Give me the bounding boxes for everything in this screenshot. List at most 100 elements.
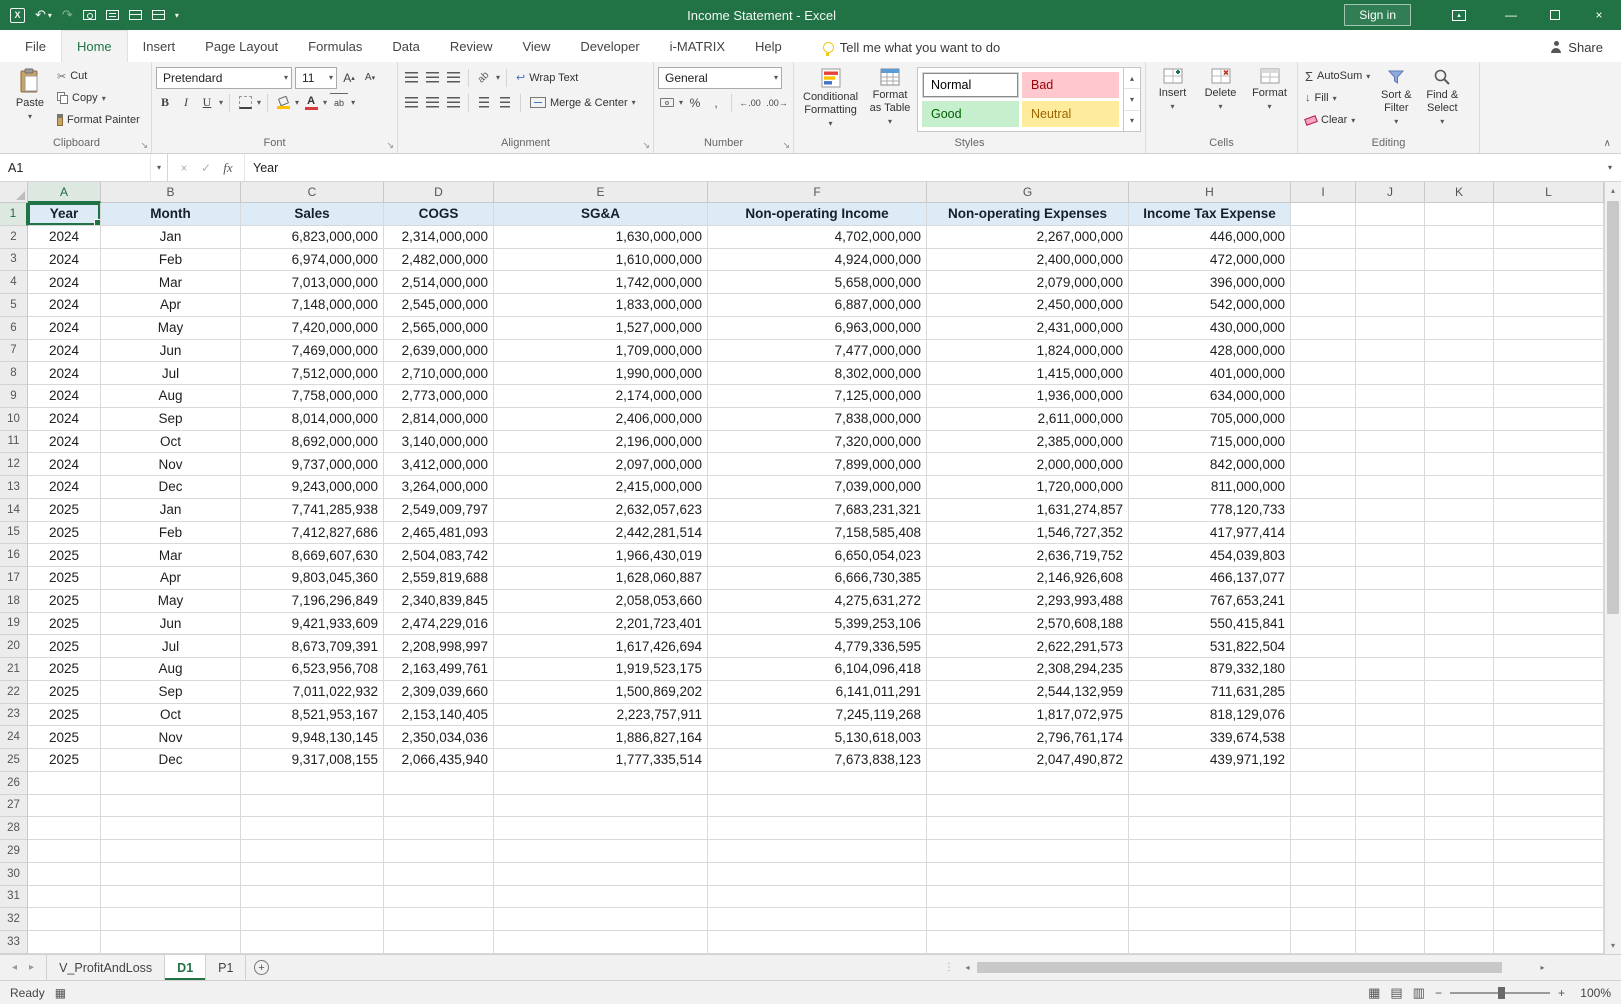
column-header-I[interactable]: I (1291, 182, 1356, 203)
increase-font-size-button[interactable]: A▴ (340, 68, 358, 88)
cell-K29[interactable] (1425, 840, 1494, 863)
cell-E5[interactable]: 1,833,000,000 (494, 294, 708, 317)
cell-J7[interactable] (1356, 340, 1425, 363)
ribbon-tab-data[interactable]: Data (377, 32, 434, 62)
cell-D33[interactable] (384, 931, 494, 954)
cell-C3[interactable]: 6,974,000,000 (241, 249, 384, 272)
cell-C8[interactable]: 7,512,000,000 (241, 362, 384, 385)
cell-D14[interactable]: 2,549,009,797 (384, 499, 494, 522)
row-header-32[interactable]: 32 (0, 908, 28, 931)
cell-H27[interactable] (1129, 795, 1291, 818)
phonetic-guide-button[interactable]: ab (330, 93, 348, 113)
row-header-24[interactable]: 24 (0, 726, 28, 749)
cell-C4[interactable]: 7,013,000,000 (241, 271, 384, 294)
row-header-28[interactable]: 28 (0, 817, 28, 840)
cell-I29[interactable] (1291, 840, 1356, 863)
cell-L5[interactable] (1494, 294, 1604, 317)
insert-function-icon[interactable]: fx (218, 160, 238, 176)
cell-A30[interactable] (28, 863, 101, 886)
cell-F18[interactable]: 4,275,631,272 (708, 590, 927, 613)
alignment-dialog-launcher[interactable]: ↘ (642, 141, 650, 150)
cell-L28[interactable] (1494, 817, 1604, 840)
cell-G23[interactable]: 1,817,072,975 (927, 704, 1129, 727)
cell-K33[interactable] (1425, 931, 1494, 954)
cell-J8[interactable] (1356, 362, 1425, 385)
cell-D6[interactable]: 2,565,000,000 (384, 317, 494, 340)
cell-F5[interactable]: 6,887,000,000 (708, 294, 927, 317)
cell-K30[interactable] (1425, 863, 1494, 886)
cell-B21[interactable]: Aug (101, 658, 241, 681)
cell-J3[interactable] (1356, 249, 1425, 272)
cell-A14[interactable]: 2025 (28, 499, 101, 522)
cell-I33[interactable] (1291, 931, 1356, 954)
cell-C25[interactable]: 9,317,008,155 (241, 749, 384, 772)
cell-D17[interactable]: 2,559,819,688 (384, 567, 494, 590)
macro-record-icon[interactable]: ▦ (55, 986, 66, 1000)
cell-J29[interactable] (1356, 840, 1425, 863)
share-button[interactable]: Share (1550, 32, 1613, 62)
column-header-E[interactable]: E (494, 182, 708, 203)
cell-F15[interactable]: 7,158,585,408 (708, 522, 927, 545)
cell-L9[interactable] (1494, 385, 1604, 408)
next-sheet-icon[interactable]: ▸ (29, 962, 34, 973)
cell-C16[interactable]: 8,669,607,630 (241, 544, 384, 567)
cell-F24[interactable]: 5,130,618,003 (708, 726, 927, 749)
cell-J15[interactable] (1356, 522, 1425, 545)
percent-style-button[interactable]: % (686, 93, 704, 113)
cell-I18[interactable] (1291, 590, 1356, 613)
cell-L16[interactable] (1494, 544, 1604, 567)
cell-J16[interactable] (1356, 544, 1425, 567)
column-header-A[interactable]: A (28, 182, 101, 203)
cell-L20[interactable] (1494, 635, 1604, 658)
cell-L19[interactable] (1494, 613, 1604, 636)
select-all-button[interactable] (0, 182, 28, 203)
cell-J11[interactable] (1356, 431, 1425, 454)
cell-I16[interactable] (1291, 544, 1356, 567)
cell-A7[interactable]: 2024 (28, 340, 101, 363)
cell-I27[interactable] (1291, 795, 1356, 818)
cell-C27[interactable] (241, 795, 384, 818)
tell-me-box[interactable]: Tell me what you want to do (823, 32, 1000, 62)
cell-L23[interactable] (1494, 704, 1604, 727)
cell-D7[interactable]: 2,639,000,000 (384, 340, 494, 363)
cell-A5[interactable]: 2024 (28, 294, 101, 317)
gallery-up-button[interactable]: ▴ (1124, 68, 1140, 89)
cell-F32[interactable] (708, 908, 927, 931)
cell-B1[interactable]: Month (101, 203, 241, 226)
cell-L4[interactable] (1494, 271, 1604, 294)
cell-E16[interactable]: 1,966,430,019 (494, 544, 708, 567)
cell-B3[interactable]: Feb (101, 249, 241, 272)
cell-K26[interactable] (1425, 772, 1494, 795)
cell-C1[interactable]: Sales (241, 203, 384, 226)
cell-H4[interactable]: 396,000,000 (1129, 271, 1291, 294)
row-header-19[interactable]: 19 (0, 613, 28, 636)
cell-K15[interactable] (1425, 522, 1494, 545)
row-header-4[interactable]: 4 (0, 271, 28, 294)
cell-F14[interactable]: 7,683,231,321 (708, 499, 927, 522)
cell-G11[interactable]: 2,385,000,000 (927, 431, 1129, 454)
cell-E9[interactable]: 2,174,000,000 (494, 385, 708, 408)
clipboard-dialog-launcher[interactable]: ↘ (140, 141, 148, 150)
cell-H20[interactable]: 531,822,504 (1129, 635, 1291, 658)
cell-J32[interactable] (1356, 908, 1425, 931)
cell-J26[interactable] (1356, 772, 1425, 795)
align-center-button[interactable] (423, 93, 441, 113)
cell-E13[interactable]: 2,415,000,000 (494, 476, 708, 499)
cell-G20[interactable]: 2,622,291,573 (927, 635, 1129, 658)
cell-B11[interactable]: Oct (101, 431, 241, 454)
cell-A2[interactable]: 2024 (28, 226, 101, 249)
cell-A17[interactable]: 2025 (28, 567, 101, 590)
vertical-scrollbar[interactable]: ▴ ▾ (1604, 182, 1621, 954)
find-select-button[interactable]: Find & Select ▾ (1419, 65, 1465, 131)
cell-K20[interactable] (1425, 635, 1494, 658)
cell-D4[interactable]: 2,514,000,000 (384, 271, 494, 294)
cell-I10[interactable] (1291, 408, 1356, 431)
cell-L17[interactable] (1494, 567, 1604, 590)
cell-H8[interactable]: 401,000,000 (1129, 362, 1291, 385)
cell-F10[interactable]: 7,838,000,000 (708, 408, 927, 431)
cell-B26[interactable] (101, 772, 241, 795)
gallery-more-button[interactable]: ▾ (1124, 111, 1140, 131)
ribbon-tab-file[interactable]: File (10, 32, 61, 62)
new-sheet-button[interactable]: + (246, 955, 276, 980)
cell-J20[interactable] (1356, 635, 1425, 658)
